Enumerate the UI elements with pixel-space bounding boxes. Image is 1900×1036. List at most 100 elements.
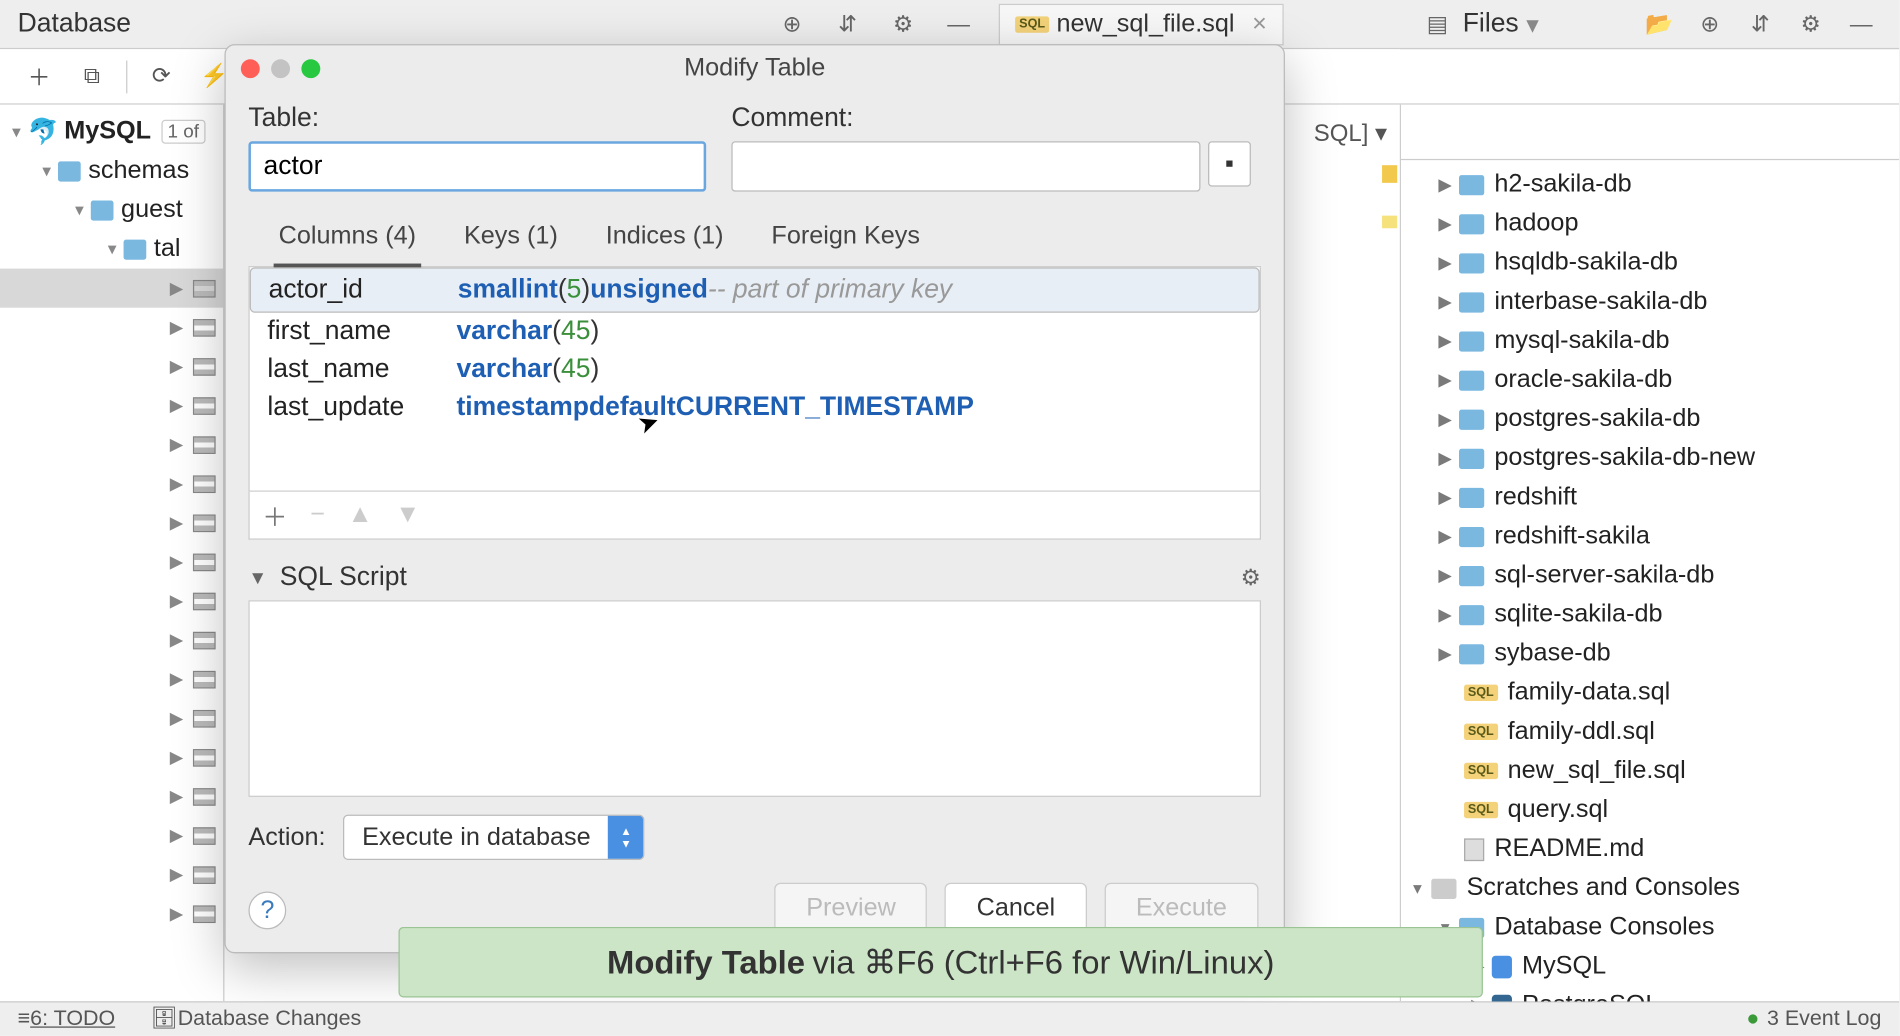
sql-settings-icon[interactable]: ⚙ [1241,564,1261,590]
folder-item[interactable]: ▶redshift [1401,478,1899,517]
tree-table-row[interactable]: ▶ [0,308,223,347]
files-panel-header: ▤ Files ▾ 📂 ⊕ ⇵ ⚙ — [1400,0,1899,49]
minimize-icon[interactable]: — [941,6,976,41]
folder-item[interactable]: ▶redshift-sakila [1401,517,1899,556]
tab-indices[interactable]: Indices (1) [601,214,729,266]
new-icon[interactable]: ⊕ [1692,6,1727,41]
column-row[interactable]: first_namevarchar(45) [250,313,1260,351]
tree-table-row[interactable]: ▶ [0,699,223,738]
modify-tabs: Columns (4) Keys (1) Indices (1) Foreign… [248,214,1261,267]
folder-item[interactable]: ▶sql-server-sakila-db [1401,556,1899,595]
window-close-icon[interactable] [241,59,260,78]
chevron-down-icon[interactable]: ▾ [1526,8,1539,40]
folder-item[interactable]: ▶postgres-sakila-db [1401,400,1899,439]
action-select[interactable]: Execute in database ▲▼ [343,815,645,860]
columns-toolbar: ＋ − ▲ ▼ [248,492,1261,540]
folder-item[interactable]: ▶sqlite-sakila-db [1401,595,1899,634]
duplicate-icon[interactable]: ⧉ [73,57,111,95]
tree-table-row[interactable]: ▶ [0,777,223,816]
tab-keys[interactable]: Keys (1) [459,214,563,266]
settings-files-icon[interactable]: ⚙ [1793,6,1828,41]
folder-item[interactable]: ▶h2-sakila-db [1401,165,1899,204]
folder-item[interactable]: ▶postgres-sakila-db-new [1401,439,1899,478]
tab-foreign-keys[interactable]: Foreign Keys [766,214,925,266]
tree-table-row[interactable]: ▶ [0,464,223,503]
dialect-selector[interactable]: SQL] ▾ [1314,120,1387,149]
tree-table-row[interactable]: ▶ [0,269,223,308]
folder-item[interactable]: ▶mysql-sakila-db [1401,322,1899,361]
sql-file-item[interactable]: SQLfamily-ddl.sql [1401,712,1899,751]
tree-table-row[interactable]: ▶ [0,503,223,542]
collapse-files-icon[interactable]: ⇵ [1743,6,1778,41]
tree-table-row[interactable]: ▶ [0,425,223,464]
new-datasource-icon[interactable]: ＋ [20,57,58,95]
tree-tables-folder[interactable]: ▾tal [0,230,223,269]
dialog-titlebar: Modify Table [226,45,1284,90]
tree-table-row[interactable]: ▶ [0,816,223,855]
status-db-changes[interactable]: 🗄 Database Changes [150,1006,361,1031]
folder-item[interactable]: ▶hadoop [1401,204,1899,243]
sql-script-box[interactable] [248,600,1261,797]
tree-table-row[interactable]: ▶ [0,581,223,620]
window-minimize-icon[interactable] [271,59,290,78]
open-folder-icon[interactable]: 📂 [1642,6,1677,41]
sql-script-label: SQL Script [280,562,1241,592]
columns-list[interactable]: actor_idsmallint(5) unsigned -- part of … [248,267,1261,491]
scratches-node[interactable]: ▾Scratches and Consoles [1401,869,1899,908]
tree-table-row[interactable]: ▶ [0,894,223,933]
minimize-files-icon[interactable]: — [1844,6,1879,41]
expand-comment-button[interactable]: ▪ [1208,141,1251,186]
status-event-log[interactable]: ●3 Event Log [1746,1006,1881,1031]
tab-filename: new_sql_file.sql [1056,9,1234,38]
sql-file-item[interactable]: SQLnew_sql_file.sql [1401,752,1899,791]
add-icon[interactable]: ⊕ [775,6,810,41]
gutter-warning-marker[interactable] [1382,216,1397,229]
tree-table-row[interactable]: ▶ [0,660,223,699]
modify-table-dialog: Modify Table Table: Comment: ▪ Columns (… [224,44,1285,953]
move-down-button[interactable]: ▼ [395,501,420,530]
tree-datasource[interactable]: ▾🐬 MySQL 1 of [0,112,223,151]
gutter-warning-marker[interactable] [1382,165,1397,183]
move-up-button[interactable]: ▲ [348,501,373,530]
tree-table-row[interactable]: ▶ [0,386,223,425]
window-zoom-icon[interactable] [301,59,320,78]
column-row[interactable]: last_updatetimestamp default CURRENT_TIM… [250,388,1260,426]
collapse-icon[interactable]: ⇵ [830,6,865,41]
folder-item[interactable]: ▶oracle-sakila-db [1401,361,1899,400]
select-arrows-icon: ▲▼ [608,816,643,859]
sql-file-item[interactable]: SQLquery.sql [1401,791,1899,830]
database-tree: ▾🐬 MySQL 1 of ▾schemas ▾guest ▾tal ▶▶▶▶▶… [0,105,224,1002]
comment-input[interactable] [731,141,1200,191]
tree-table-row[interactable]: ▶ [0,855,223,894]
tree-table-row[interactable]: ▶ [0,738,223,777]
dialog-title: Modify Table [684,54,825,83]
remove-column-button[interactable]: − [310,501,325,530]
close-tab-icon[interactable]: × [1252,9,1267,38]
folder-item[interactable]: ▶interbase-sakila-db [1401,282,1899,321]
tree-schemas[interactable]: ▾schemas [0,151,223,190]
tree-table-row[interactable]: ▶ [0,620,223,659]
help-button[interactable]: ? [248,892,286,930]
status-bar: ≡ 6: TODO 🗄 Database Changes ●3 Event Lo… [0,1001,1899,1035]
column-row[interactable]: actor_idsmallint(5) unsigned -- part of … [250,267,1260,312]
tab-columns[interactable]: Columns (4) [274,214,421,267]
files-panel-title: Files [1463,9,1519,39]
folder-item[interactable]: ▶sybase-db [1401,634,1899,673]
comment-field-label: Comment: [731,103,1251,133]
editor-tab[interactable]: SQL new_sql_file.sql × [999,3,1283,45]
tree-table-row[interactable]: ▶ [0,542,223,581]
folder-item[interactable]: ▶hsqldb-sakila-db [1401,243,1899,282]
settings-icon[interactable]: ⚙ [886,6,921,41]
tree-table-row[interactable]: ▶ [0,347,223,386]
sql-file-icon: SQL [1015,16,1048,32]
add-column-button[interactable]: ＋ [262,497,287,534]
refresh-icon[interactable]: ⟳ [142,57,180,95]
table-name-input[interactable] [248,141,706,191]
table-field-label: Table: [248,103,706,133]
status-todo[interactable]: ≡ 6: TODO [18,1006,116,1031]
column-row[interactable]: last_namevarchar(45) [250,351,1260,389]
readme-file[interactable]: README.md [1401,830,1899,869]
tree-schema-guest[interactable]: ▾guest [0,190,223,229]
collapse-sql-icon[interactable]: ▼ [248,567,267,588]
sql-file-item[interactable]: SQLfamily-data.sql [1401,673,1899,712]
